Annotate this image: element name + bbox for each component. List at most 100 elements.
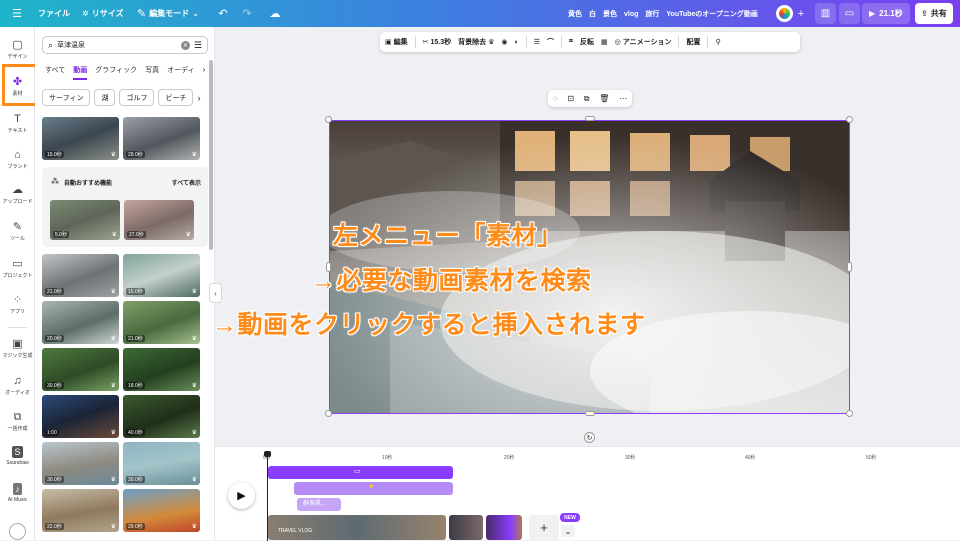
crown-icon: ♛	[191, 289, 197, 295]
share-label: 共有	[930, 9, 947, 18]
present-button[interactable]: ▶ 21.1秒	[862, 3, 910, 24]
video-thumbnail[interactable]: 30.0秒 ♛	[42, 348, 119, 391]
text-track[interactable]: 群馬県...	[297, 498, 341, 511]
more-icon[interactable]: ⋯	[619, 94, 627, 103]
video-clip[interactable]	[449, 515, 483, 540]
rail-item-soundraw[interactable]: S Soundraw	[0, 446, 35, 466]
undo-button[interactable]: ↶	[214, 3, 232, 24]
chevron-right-icon[interactable]: ›	[203, 65, 206, 80]
edit-button[interactable]: ▣ 編集	[385, 37, 408, 47]
hamburger-icon[interactable]: ☰	[8, 3, 26, 24]
video-thumbnail[interactable]: 29.0秒 ♛	[123, 489, 200, 532]
paint-format-icon[interactable]: ⚲	[715, 38, 720, 46]
rail-item-brand[interactable]: ⌂ ブランド	[0, 149, 35, 170]
edit-mode-dropdown[interactable]: ✎ 編集モード ⌄	[137, 3, 199, 24]
chip-lake[interactable]: 湖	[94, 89, 116, 106]
chip-golf[interactable]: ゴルフ	[119, 89, 155, 106]
rail-item-upload[interactable]: ☁ アップロード	[0, 184, 35, 205]
video-thumbnail[interactable]: 22.0秒 ♛	[42, 489, 119, 532]
rail-item-text[interactable]: T テキスト	[0, 113, 35, 134]
corner-radius-icon[interactable]: ⌒	[547, 37, 554, 47]
resize-handle[interactable]	[585, 116, 595, 121]
add-collaborator-icon[interactable]: +	[796, 3, 806, 24]
rail-item-bulk[interactable]: ⧉ 一括作成	[0, 411, 35, 432]
playhead-handle[interactable]	[264, 451, 271, 457]
rail-item-apps[interactable]: ⁘ アプリ	[0, 294, 35, 315]
tab-all[interactable]: すべて	[45, 65, 65, 80]
duplicate-icon[interactable]: ⧉	[584, 94, 590, 104]
chevron-right-icon[interactable]: ›	[197, 93, 200, 103]
video-thumbnail[interactable]: 21.0秒 ♛	[123, 301, 200, 344]
video-thumbnail[interactable]: 15.0秒 ♛	[42, 117, 119, 160]
tab-videos[interactable]: 動画	[73, 65, 88, 80]
play-button[interactable]: ▶	[228, 482, 255, 509]
rail-item-audio[interactable]: ♫ オーディオ	[0, 375, 35, 396]
resize-button[interactable]: ✲ リサイズ	[82, 3, 123, 24]
rail-item-ai-music[interactable]: ♪ AI Music	[0, 483, 35, 503]
add-clip-button[interactable]: +	[529, 515, 559, 540]
search-input[interactable]: ⌕ 草津温泉 ✕ ☰	[42, 36, 208, 54]
resize-handle[interactable]	[325, 410, 332, 417]
crop-icon[interactable]: ⌗	[569, 38, 573, 46]
help-icon[interactable]	[9, 523, 26, 540]
flip-button[interactable]: 反転	[580, 37, 594, 47]
effect-track[interactable]: ●	[294, 482, 453, 495]
filter-icon[interactable]: ☰	[194, 40, 202, 51]
video-thumbnail[interactable]: 30.0秒 ♛	[123, 442, 200, 485]
clear-icon[interactable]: ✕	[180, 40, 190, 50]
chip-beach[interactable]: ビーチ	[158, 89, 194, 106]
video-thumbnail[interactable]: 5.0秒 ♛	[50, 200, 120, 240]
show-all-link[interactable]: すべて表示	[172, 178, 201, 187]
video-clip-main[interactable]: TRAVEL VLOG	[268, 515, 446, 540]
avatar[interactable]	[775, 3, 794, 24]
transparency-icon[interactable]: ▦	[601, 38, 608, 46]
video-thumbnail[interactable]: 18.0秒 ♛	[123, 348, 200, 391]
resize-handle[interactable]	[847, 262, 852, 272]
share-button[interactable]: ⇪ 共有	[915, 3, 953, 24]
clip-duration: 15.3秒	[430, 39, 452, 46]
resize-handle[interactable]	[846, 410, 853, 417]
resize-handle[interactable]	[585, 411, 595, 416]
bg-remove-button[interactable]: 背景除去 ♛	[458, 37, 494, 47]
video-thumbnail[interactable]: 1:00 ♛	[42, 395, 119, 438]
rail-item-projects[interactable]: ▭ プロジェクト	[0, 258, 35, 279]
position-button[interactable]: 配置	[686, 37, 700, 47]
trim-button[interactable]: ✂ 15.3秒	[423, 37, 452, 47]
redo-button[interactable]: ↷	[238, 3, 256, 24]
resize-handle[interactable]	[846, 116, 853, 123]
video-thumbnail[interactable]: 20.0秒 ♛	[42, 301, 119, 344]
border-style-icon[interactable]: ☰	[534, 38, 540, 46]
cloud-save-icon[interactable]: ☁	[266, 3, 284, 24]
rail-item-magic[interactable]: ▣ マジック生成	[0, 338, 35, 359]
video-thumbnail[interactable]: 30.0秒 ♛	[42, 442, 119, 485]
document-title[interactable]: 黄色 白 景色 vlog 旅行 YouTubeのオープニング動画	[568, 3, 758, 24]
content-tabs: すべて 動画 グラフィック 写真 オーディ ›	[45, 65, 205, 80]
video-thumbnail[interactable]: 27.0秒 ♛	[124, 200, 194, 240]
tab-photos[interactable]: 写真	[145, 65, 159, 80]
resize-handle[interactable]	[325, 116, 332, 123]
video-clip[interactable]	[486, 515, 522, 540]
collapse-panel-button[interactable]: ‹	[209, 283, 222, 303]
comment-add-icon[interactable]: ◌	[553, 94, 558, 103]
analytics-icon[interactable]: ▥	[815, 3, 836, 24]
rail-item-design[interactable]: ▢ デザイン	[0, 39, 35, 60]
file-menu[interactable]: ファイル	[38, 3, 70, 24]
delete-icon[interactable]: 🗑	[599, 94, 609, 103]
playback-icon[interactable]: ◉	[501, 38, 507, 46]
video-thumbnail[interactable]: 15.0秒 ♛	[123, 254, 200, 297]
chevron-down-icon[interactable]: ⌄	[561, 525, 575, 537]
lock-icon[interactable]: ⊡	[567, 94, 574, 103]
comment-icon[interactable]: ▭	[839, 3, 860, 24]
volume-icon[interactable]: ◐	[515, 39, 519, 46]
animation-button[interactable]: ◎ アニメーション	[615, 37, 672, 47]
video-thumbnail[interactable]: 21.0秒 ♛	[42, 254, 119, 297]
video-thumbnail[interactable]: 40.0秒 ♛	[123, 395, 200, 438]
chip-surfing[interactable]: サーフィン	[42, 89, 91, 106]
video-thumbnail[interactable]: 28.0秒 ♛	[123, 117, 200, 160]
panel-scrollbar[interactable]	[209, 60, 213, 250]
tab-graphics[interactable]: グラフィック	[95, 65, 137, 80]
tab-audio[interactable]: オーディ	[167, 65, 195, 80]
rotate-icon[interactable]: ↻	[584, 432, 595, 443]
rail-item-tools[interactable]: ✎ ツール	[0, 221, 35, 242]
video-track-selected[interactable]: ▭	[268, 466, 453, 479]
